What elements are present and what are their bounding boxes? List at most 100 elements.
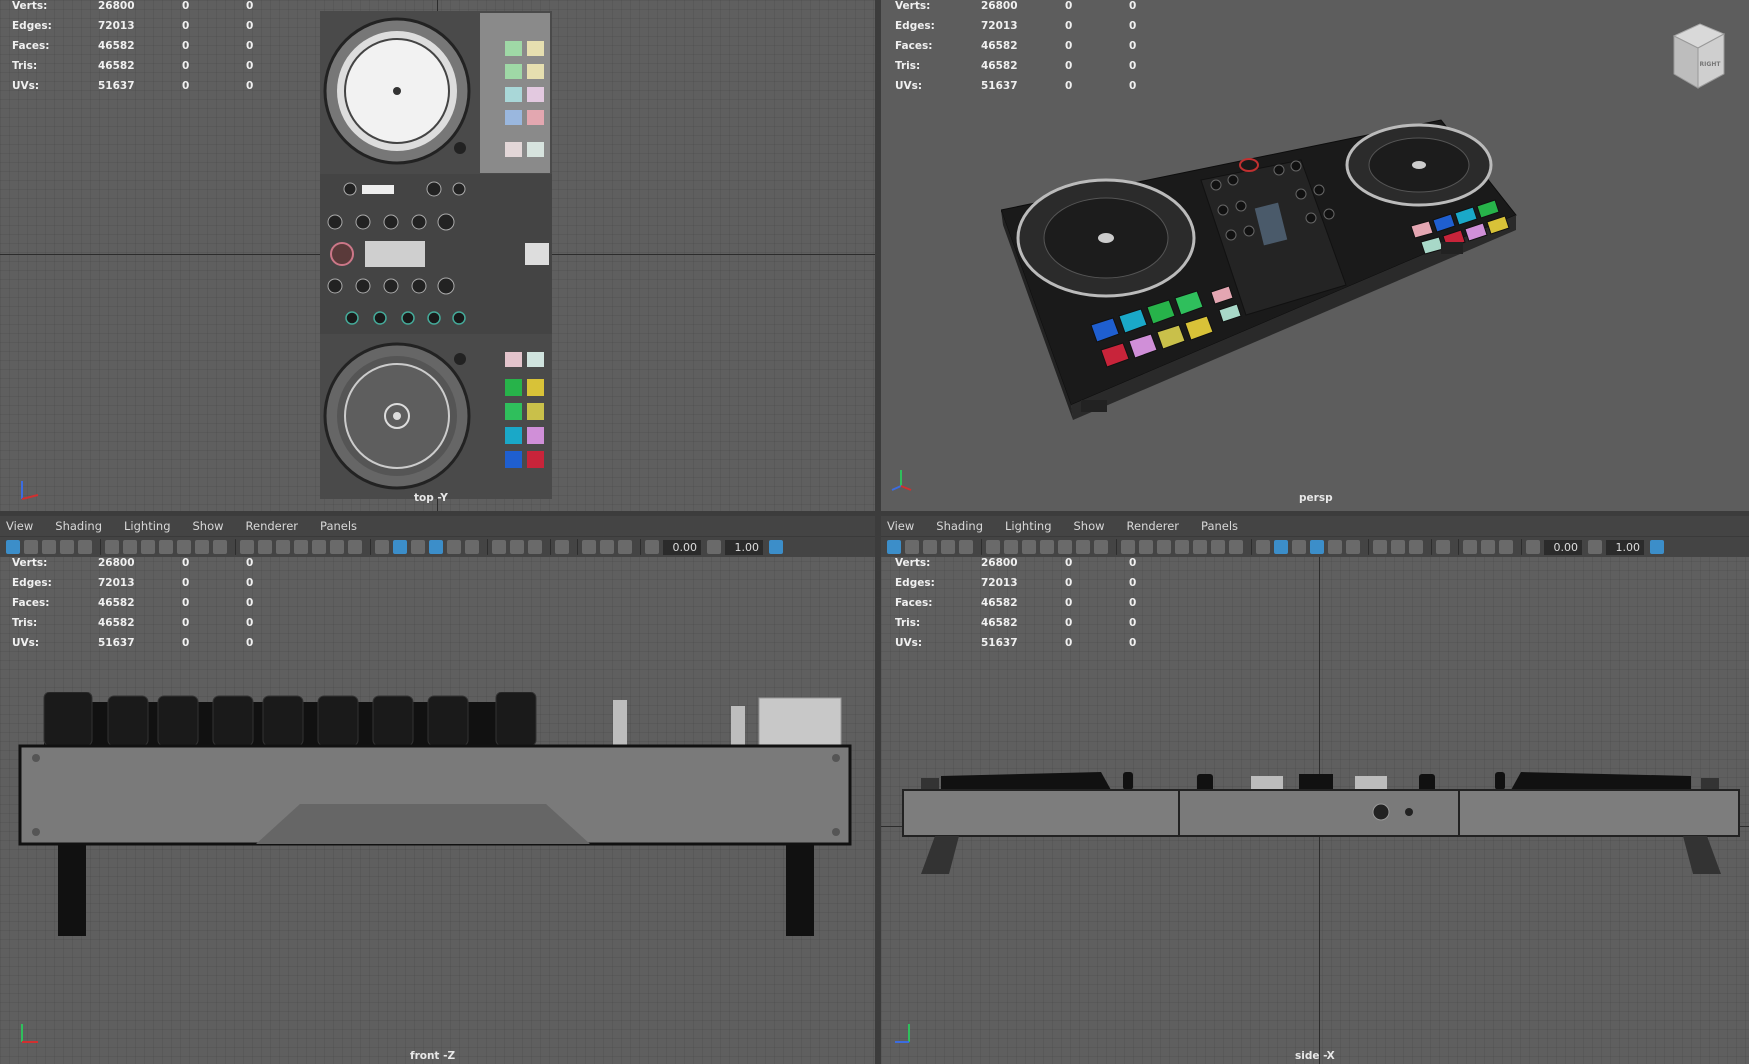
wireframe-icon[interactable] [1256, 540, 1270, 554]
anti-aliasing-icon[interactable] [528, 540, 542, 554]
menu-renderer[interactable]: Renderer [1127, 519, 1180, 533]
resolution-gate-icon[interactable] [1157, 540, 1171, 554]
ambient-occlusion-icon[interactable] [492, 540, 506, 554]
menu-panels[interactable]: Panels [1201, 519, 1238, 533]
lock-camera-icon[interactable] [1004, 540, 1018, 554]
grease-pencil-icon[interactable] [195, 540, 209, 554]
gamma-field[interactable]: 1.00 [1606, 539, 1644, 555]
film-gate-icon[interactable] [141, 540, 155, 554]
edit-icon[interactable] [213, 540, 227, 554]
film-gate-display-icon[interactable] [1139, 540, 1153, 554]
dj-controller-side-view[interactable] [901, 754, 1741, 874]
hud-zero: 0 [1065, 60, 1073, 72]
viewport-top[interactable]: Verts: 26800 0 0 Edges: 72013 0 0 Faces: 46582 0… [0, 0, 875, 511]
pan-icon[interactable] [1058, 540, 1072, 554]
smooth-shade-icon[interactable] [1274, 540, 1288, 554]
menu-show[interactable]: Show [1074, 519, 1105, 533]
xray-components-icon[interactable] [618, 540, 632, 554]
film-gate-display-icon[interactable] [258, 540, 272, 554]
xray-icon[interactable] [582, 540, 596, 554]
menu-view[interactable]: View [887, 519, 914, 533]
lights-icon[interactable] [1328, 540, 1342, 554]
image-plane-icon[interactable] [60, 540, 74, 554]
menu-lighting[interactable]: Lighting [1005, 519, 1051, 533]
gate-mask-icon[interactable] [294, 540, 308, 554]
menu-lighting[interactable]: Lighting [124, 519, 170, 533]
pan-icon[interactable] [177, 540, 191, 554]
menu-panels[interactable]: Panels [320, 519, 357, 533]
camera-attributes-icon[interactable] [24, 540, 38, 554]
camera-icon[interactable] [105, 540, 119, 554]
xray-joints-icon[interactable] [1481, 540, 1495, 554]
isolate-select-icon[interactable] [1436, 540, 1450, 554]
ambient-occlusion-icon[interactable] [1373, 540, 1387, 554]
dj-controller-persp-view[interactable] [1001, 110, 1521, 460]
edit-icon[interactable] [1094, 540, 1108, 554]
anti-aliasing-icon[interactable] [1409, 540, 1423, 554]
bookmark-camera-icon[interactable] [1040, 540, 1054, 554]
motion-blur-icon[interactable] [510, 540, 524, 554]
viewport-side[interactable]: View Shading Lighting Show Renderer Pane… [881, 516, 1749, 1064]
grease-pencil-icon[interactable] [1076, 540, 1090, 554]
exposure-icon[interactable] [1526, 540, 1540, 554]
field-chart-icon[interactable] [1193, 540, 1207, 554]
grid-icon[interactable] [1121, 540, 1135, 554]
xray-joints-icon[interactable] [600, 540, 614, 554]
textured-icon[interactable] [1310, 540, 1324, 554]
motion-blur-icon[interactable] [1391, 540, 1405, 554]
viewcube[interactable]: RIGHT [1666, 22, 1728, 92]
shadows-icon[interactable] [465, 540, 479, 554]
wireframe-icon[interactable] [375, 540, 389, 554]
lights-icon[interactable] [447, 540, 461, 554]
bookmark-icon[interactable] [923, 540, 937, 554]
color-management-icon[interactable] [1650, 540, 1664, 554]
safe-action-icon[interactable] [1211, 540, 1225, 554]
dj-controller-top-view[interactable] [320, 11, 552, 499]
color-management-icon[interactable] [769, 540, 783, 554]
wireframe-on-shaded-icon[interactable] [1292, 540, 1306, 554]
image-plane-icon[interactable] [941, 540, 955, 554]
bookmark-camera-icon[interactable] [159, 540, 173, 554]
camera-icon[interactable] [986, 540, 1000, 554]
xray-icon[interactable] [1463, 540, 1477, 554]
select-camera-icon[interactable] [887, 540, 901, 554]
wireframe-on-shaded-icon[interactable] [411, 540, 425, 554]
isolate-select-icon[interactable] [555, 540, 569, 554]
safe-title-icon[interactable] [1229, 540, 1243, 554]
exposure-icon[interactable] [645, 540, 659, 554]
dj-controller-front-view[interactable] [18, 692, 854, 952]
select-camera-icon[interactable] [6, 540, 20, 554]
film-gate-icon[interactable] [1022, 540, 1036, 554]
camera-attributes-icon[interactable] [905, 540, 919, 554]
menu-view[interactable]: View [6, 519, 33, 533]
2d-pan-zoom-icon[interactable] [959, 540, 973, 554]
shadows-icon[interactable] [1346, 540, 1360, 554]
smooth-shade-icon[interactable] [393, 540, 407, 554]
menu-show[interactable]: Show [193, 519, 224, 533]
gamma-icon[interactable] [707, 540, 721, 554]
2d-pan-zoom-icon[interactable] [78, 540, 92, 554]
bookmark-icon[interactable] [42, 540, 56, 554]
exposure-field[interactable]: 0.00 [663, 539, 701, 555]
resolution-gate-icon[interactable] [276, 540, 290, 554]
viewport-front[interactable]: View Shading Lighting Show Renderer Pane… [0, 516, 875, 1064]
menu-shading[interactable]: Shading [936, 519, 983, 533]
exposure-field[interactable]: 0.00 [1544, 539, 1582, 555]
safe-title-icon[interactable] [348, 540, 362, 554]
lock-camera-icon[interactable] [123, 540, 137, 554]
menu-shading[interactable]: Shading [55, 519, 102, 533]
menu-renderer[interactable]: Renderer [246, 519, 299, 533]
gamma-icon[interactable] [1588, 540, 1602, 554]
hud-value-verts: 26800 [98, 557, 135, 569]
gate-mask-icon[interactable] [1175, 540, 1189, 554]
viewport-persp[interactable]: Verts: 26800 0 0 Edges: 72013 0 0 Faces: 46582 0… [881, 0, 1749, 511]
textured-icon[interactable] [429, 540, 443, 554]
viewport-divider-vertical[interactable] [875, 0, 881, 1064]
grid-icon[interactable] [240, 540, 254, 554]
toolbar-separator [487, 539, 488, 555]
safe-action-icon[interactable] [330, 540, 344, 554]
field-chart-icon[interactable] [312, 540, 326, 554]
viewport-divider-horizontal[interactable] [0, 511, 1749, 516]
xray-components-icon[interactable] [1499, 540, 1513, 554]
gamma-field[interactable]: 1.00 [725, 539, 763, 555]
